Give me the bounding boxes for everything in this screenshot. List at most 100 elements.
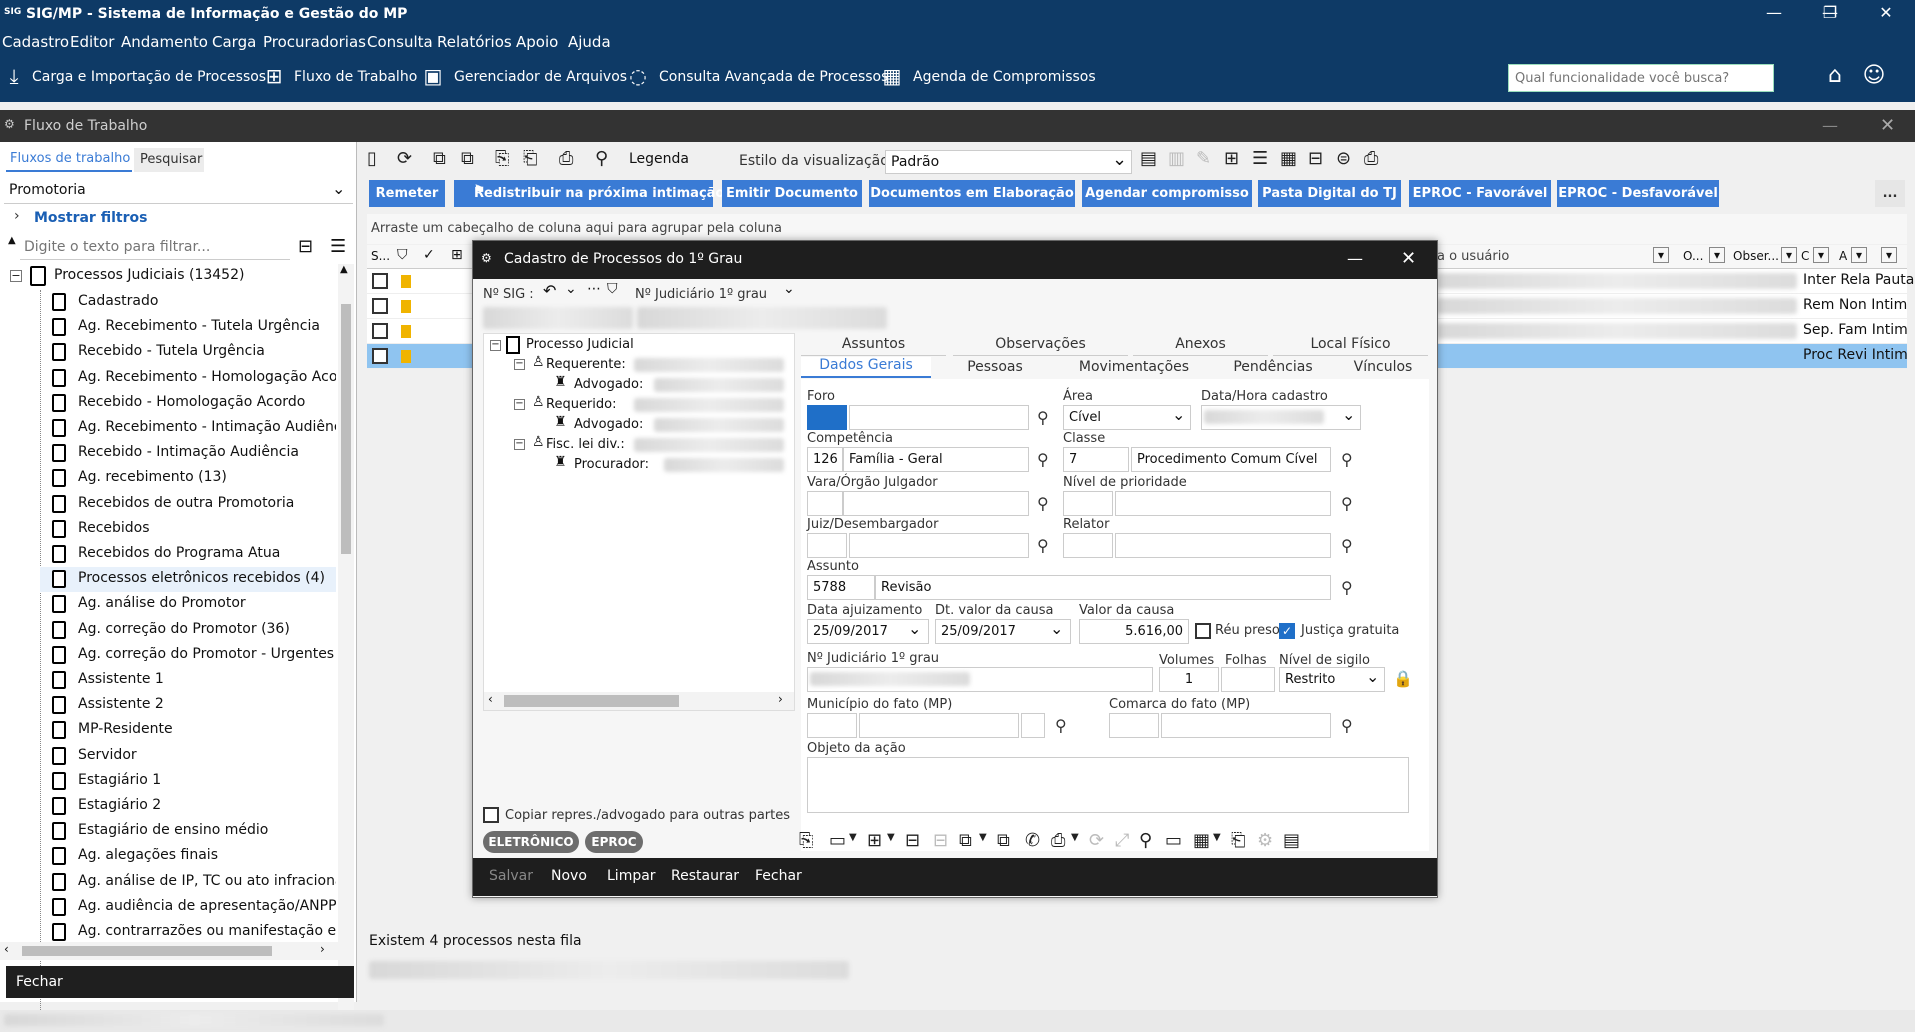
- save-button[interactable]: Salvar: [489, 868, 533, 884]
- juiz-name-input[interactable]: [849, 533, 1029, 558]
- left-close-button[interactable]: Fechar: [16, 974, 63, 990]
- restore-icon[interactable]: ❐: [1808, 0, 1852, 30]
- menu-apoio[interactable]: Apoio: [516, 33, 558, 51]
- add-document-icon[interactable]: ⎘: [799, 830, 813, 851]
- columns-icon[interactable]: ⊞: [1224, 148, 1239, 169]
- search-chat-icon[interactable]: ◌: [626, 64, 650, 88]
- vara-name-input[interactable]: [843, 491, 1029, 516]
- foro-code-input[interactable]: [807, 405, 847, 430]
- tree-filter-input[interactable]: [20, 234, 290, 260]
- menu-andamento[interactable]: Andamento: [121, 33, 208, 51]
- clipboard-icon[interactable]: ⎗: [1231, 830, 1245, 851]
- tree-fisc-lei[interactable]: Fisc. lei div.:: [546, 437, 625, 452]
- show-filters-link[interactable]: › Mostrar filtros: [14, 208, 147, 228]
- tree-item[interactable]: Ag. análise de IP, TC ou ato infracional: [40, 870, 336, 895]
- relator-name-input[interactable]: [1115, 533, 1331, 558]
- classe-name-input[interactable]: Procedimento Comum Cível: [1131, 447, 1331, 472]
- vara-code-input[interactable]: [807, 491, 843, 516]
- emitir-documento-button[interactable]: Emitir Documento: [722, 180, 862, 207]
- search-icon[interactable]: ⚲: [1341, 717, 1359, 735]
- minimize-icon[interactable]: —: [1347, 249, 1363, 268]
- column-header-s[interactable]: S...: [371, 249, 390, 263]
- tree-processo-judicial[interactable]: Processo Judicial: [526, 337, 634, 352]
- chevron-down-icon[interactable]: ▼: [1213, 832, 1221, 843]
- close-icon[interactable]: ✕: [1864, 0, 1908, 30]
- tree-item[interactable]: Estagiário 1: [40, 769, 336, 794]
- tree-item[interactable]: MP-Residente: [40, 718, 336, 743]
- export-icon[interactable]: ⎙: [559, 148, 573, 169]
- tree-item[interactable]: Recebidos: [40, 517, 336, 542]
- documentos-elaboracao-button[interactable]: Documentos em Elaboração: [869, 180, 1075, 207]
- menu-editor[interactable]: Editor: [70, 33, 114, 51]
- filter-icon[interactable]: ⊜: [1336, 148, 1351, 169]
- attach-icon[interactable]: ⎘: [495, 148, 509, 169]
- duplicate-icon[interactable]: ⧉: [461, 148, 474, 169]
- users-icon[interactable]: ☺: [1862, 64, 1886, 88]
- tab-movimentacoes[interactable]: Movimentações: [1059, 359, 1209, 379]
- prioridade-name-input[interactable]: [1115, 491, 1331, 516]
- tab-assuntos[interactable]: Assuntos: [801, 336, 946, 356]
- tree-item[interactable]: Recebido - Homologação Acordo: [40, 391, 336, 416]
- objeto-acao-textarea[interactable]: [807, 757, 1409, 813]
- reu-preso-checkbox[interactable]: [1195, 623, 1211, 639]
- tree-root[interactable]: − Processos Judiciais (13452): [6, 264, 336, 289]
- collapse-icon[interactable]: −: [514, 399, 525, 410]
- filter-dropdown-icon[interactable]: ▾: [1653, 247, 1669, 263]
- tree-item[interactable]: Ag. contrarrazões ou manifestação em: [40, 920, 336, 945]
- toolbar-fluxo-trabalho[interactable]: Fluxo de Trabalho: [294, 69, 417, 85]
- volumes-input[interactable]: 1: [1159, 667, 1219, 692]
- chevron-down-icon[interactable]: ▼: [849, 832, 857, 843]
- legend-icon[interactable]: ⚲: [595, 148, 608, 169]
- search-icon[interactable]: ⚲: [1055, 717, 1073, 735]
- municipio-name-input[interactable]: [859, 713, 1019, 738]
- agendar-compromisso-button[interactable]: Agendar compromisso: [1082, 180, 1252, 207]
- menu-consulta[interactable]: Consulta: [367, 33, 433, 51]
- search-user-icon[interactable]: ⚲: [1139, 830, 1152, 851]
- legend-button[interactable]: Legenda: [629, 151, 689, 167]
- collapse-icon[interactable]: −: [514, 439, 525, 450]
- bookmark-icon[interactable]: ⛉: [607, 281, 618, 297]
- collapse-icon[interactable]: −: [10, 270, 22, 282]
- calendar-icon[interactable]: ▦: [880, 64, 904, 88]
- chevron-down-icon[interactable]: ⌄: [783, 281, 795, 297]
- tree-hscrollbar[interactable]: ‹ ›: [484, 692, 794, 710]
- refresh-icon[interactable]: ⟳: [397, 148, 412, 169]
- undo-icon[interactable]: ↶: [543, 281, 556, 300]
- collapse-icon[interactable]: −: [514, 359, 525, 370]
- row-checkbox[interactable]: [372, 273, 388, 289]
- tab-observacoes[interactable]: Observações: [953, 336, 1128, 356]
- row-checkbox[interactable]: [372, 298, 388, 314]
- flow-select[interactable]: Promotoria ⌄: [4, 176, 353, 204]
- redistribuir-button[interactable]: Redistribuir na próxima intimação: [454, 180, 724, 207]
- save-layout-icon[interactable]: ▤: [1140, 148, 1157, 169]
- minimize-icon[interactable]: —: [1752, 0, 1796, 30]
- search-icon[interactable]: ⚲: [1037, 451, 1055, 469]
- relator-code-input[interactable]: [1063, 533, 1113, 558]
- dt-valor-input[interactable]: 25/09/2017 ⌄: [935, 619, 1071, 644]
- municipio-code-input[interactable]: [807, 713, 857, 738]
- tree-item[interactable]: Assistente 2: [40, 693, 336, 718]
- list-icon[interactable]: ☰: [1252, 148, 1268, 169]
- tree-item[interactable]: Ag. Recebimento - Intimação Audiênci: [40, 416, 336, 441]
- home-icon[interactable]: ⌂: [1823, 64, 1847, 88]
- eproc-favoravel-button[interactable]: EPROC - Favorável: [1409, 180, 1551, 207]
- tab-vinculos[interactable]: Vínculos: [1337, 359, 1429, 379]
- import-icon[interactable]: ⎗: [523, 148, 537, 169]
- tab-local-fisico[interactable]: Local Físico: [1273, 336, 1428, 356]
- column-header-c[interactable]: C: [1801, 249, 1809, 263]
- search-icon[interactable]: ⚲: [1037, 409, 1055, 427]
- tree-item[interactable]: Recebidos do Programa Atua: [40, 542, 336, 567]
- tab-dados-gerais[interactable]: Dados Gerais: [801, 357, 931, 378]
- tree-item[interactable]: Ag. análise do Promotor: [40, 592, 336, 617]
- link-icon[interactable]: ⊟: [905, 830, 920, 851]
- chevron-down-icon[interactable]: ⌄: [565, 281, 577, 297]
- eproc-desfavoravel-button[interactable]: EPROC - Desfavorável: [1557, 180, 1719, 207]
- view-style-select[interactable]: Padrão ⌄: [885, 149, 1132, 174]
- more-icon[interactable]: ⋯: [587, 281, 601, 297]
- valor-causa-input[interactable]: 5.616,00: [1079, 619, 1189, 644]
- tree-expand-icon[interactable]: ⊟: [298, 236, 313, 257]
- juiz-code-input[interactable]: [807, 533, 847, 558]
- toolbar-gerenciador-arquivos[interactable]: Gerenciador de Arquivos: [454, 69, 627, 85]
- collapse-icon[interactable]: −: [490, 340, 501, 351]
- new-icon[interactable]: ▯: [367, 148, 377, 169]
